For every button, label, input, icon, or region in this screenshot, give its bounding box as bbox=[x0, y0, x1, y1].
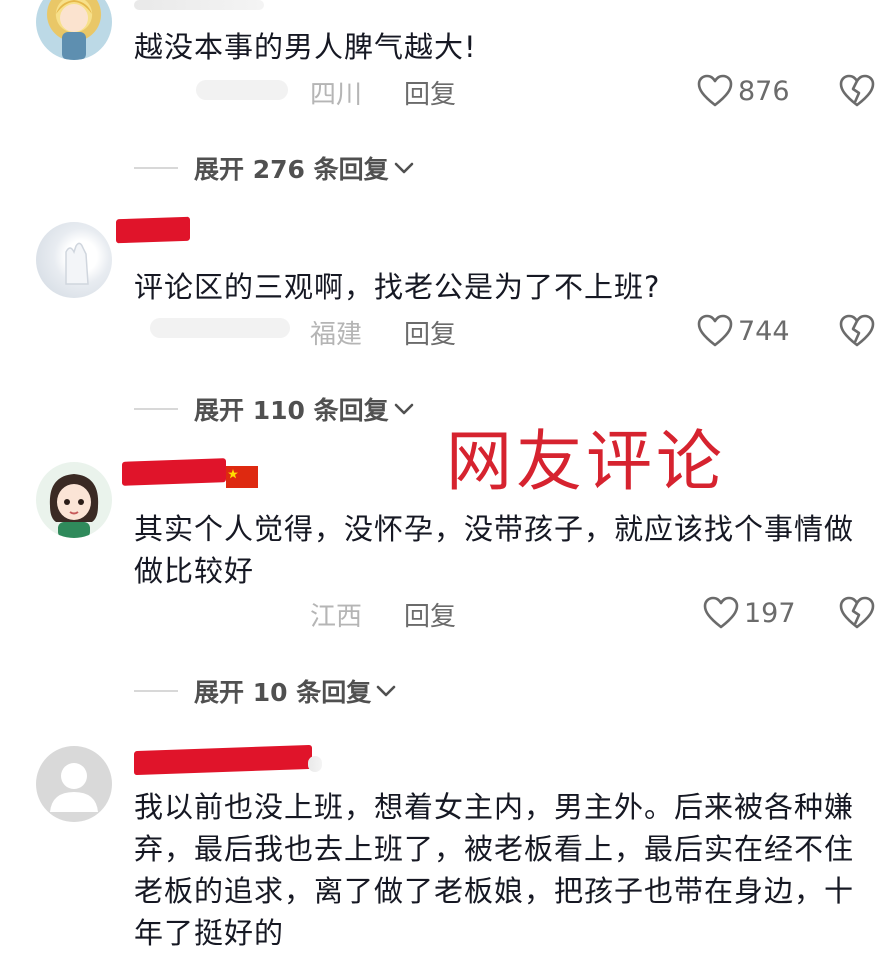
comment-text: 其实个人觉得，没怀孕，没带孩子，就应该找个事情做做比较好 bbox=[134, 512, 855, 588]
reply-button[interactable]: 回复 bbox=[404, 596, 456, 633]
heart-outline-icon bbox=[703, 596, 739, 629]
like-button[interactable]: 744 bbox=[696, 314, 790, 348]
chevron-down-icon bbox=[394, 162, 413, 174]
expand-replies-label: 展开 10 条回复 bbox=[194, 678, 372, 707]
china-flag-icon bbox=[226, 466, 258, 488]
default-avatar-icon bbox=[50, 763, 98, 812]
like-count: 876 bbox=[738, 75, 790, 107]
divider bbox=[134, 408, 178, 410]
comment-text: 评论区的三观啊，找老公是为了不上班? bbox=[134, 270, 661, 304]
avatar[interactable] bbox=[36, 222, 112, 298]
comment-text: 越没本事的男人脾气越大! bbox=[134, 30, 477, 64]
divider bbox=[134, 690, 178, 692]
expand-replies-button[interactable]: 展开 110 条回复 bbox=[134, 391, 415, 427]
like-count: 197 bbox=[744, 597, 796, 629]
expand-replies-label: 展开 110 条回复 bbox=[194, 396, 389, 425]
comment-location: 四川 bbox=[310, 80, 363, 110]
like-button[interactable]: 197 bbox=[702, 596, 796, 630]
blurred-time bbox=[150, 318, 290, 338]
username-blurred bbox=[134, 0, 264, 10]
dislike-button[interactable] bbox=[838, 596, 876, 634]
blurred-time bbox=[196, 80, 288, 100]
like-button[interactable]: 876 bbox=[696, 74, 790, 108]
comment-text: 我以前也没上班，想着女主内，男主外。后来被各种嫌弃，最后我也去上班了，被老板看上… bbox=[134, 790, 855, 950]
expand-replies-label: 展开 276 条回复 bbox=[194, 155, 389, 184]
username-redacted bbox=[116, 216, 190, 244]
comment-location: 福建 bbox=[310, 320, 363, 350]
chevron-down-icon bbox=[376, 685, 396, 697]
avatar[interactable] bbox=[36, 462, 112, 538]
reply-button[interactable]: 回复 bbox=[404, 314, 456, 351]
overlay-title: 网友评论 bbox=[446, 423, 726, 500]
chevron-down-icon bbox=[394, 403, 413, 415]
broken-heart-icon bbox=[839, 596, 875, 629]
comment-location: 江西 bbox=[310, 602, 363, 632]
broken-heart-icon bbox=[839, 74, 875, 107]
heart-outline-icon bbox=[697, 314, 733, 347]
avatar[interactable] bbox=[36, 746, 112, 822]
avatar[interactable] bbox=[36, 0, 112, 60]
divider bbox=[134, 167, 178, 169]
username-redacted bbox=[134, 744, 312, 776]
username-redacted bbox=[122, 458, 226, 486]
cartoon-girl-avatar-icon bbox=[49, 474, 99, 538]
girl-avatar-icon bbox=[56, 0, 92, 60]
broken-heart-icon bbox=[839, 314, 875, 347]
hand-avatar-icon bbox=[65, 242, 89, 285]
reply-button[interactable]: 回复 bbox=[404, 74, 456, 111]
expand-replies-button[interactable]: 展开 10 条回复 bbox=[134, 673, 397, 709]
dislike-button[interactable] bbox=[838, 74, 876, 112]
like-count: 744 bbox=[738, 315, 790, 347]
expand-replies-button[interactable]: 展开 276 条回复 bbox=[134, 150, 415, 186]
blurred-username-tail bbox=[308, 756, 322, 772]
dislike-button[interactable] bbox=[838, 314, 876, 352]
heart-outline-icon bbox=[697, 74, 733, 107]
